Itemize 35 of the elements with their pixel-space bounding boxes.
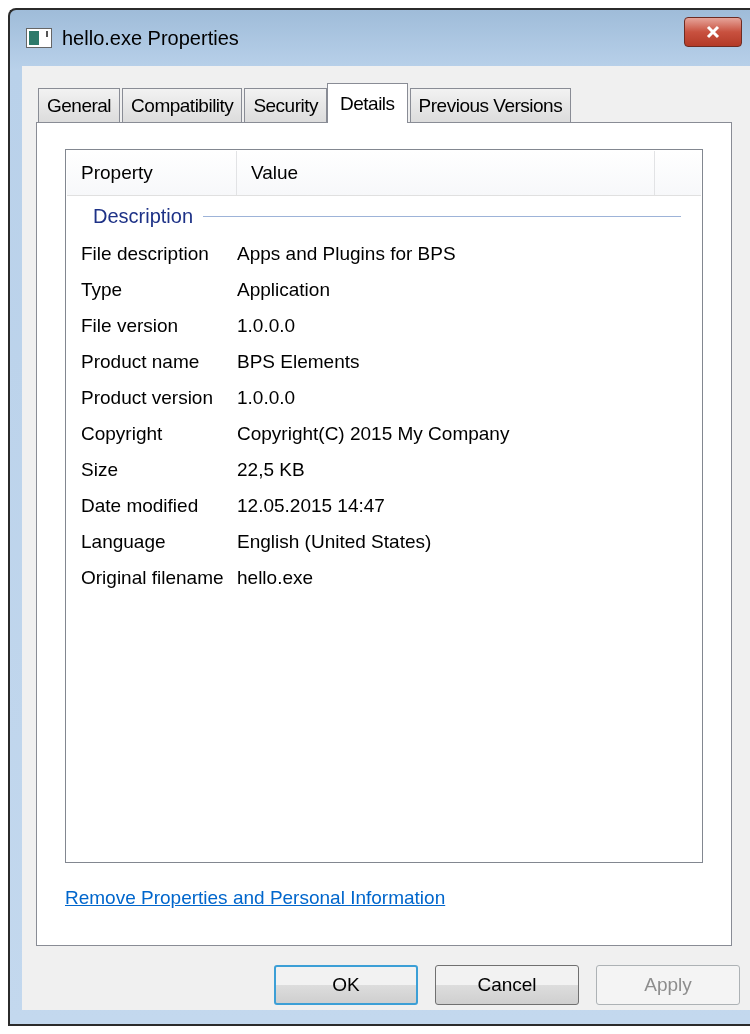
- tab[interactable]: Compatibility: [122, 88, 243, 122]
- tab[interactable]: Previous Versions: [409, 88, 572, 122]
- tab[interactable]: Security: [244, 88, 327, 122]
- property-name: Type: [80, 279, 124, 301]
- property-name: Original filename: [80, 567, 225, 589]
- property-value: 22,5 KB: [237, 459, 305, 481]
- property-name: Date modified: [80, 495, 200, 517]
- property-name: Product name: [80, 351, 201, 373]
- property-value: BPS Elements: [237, 351, 360, 373]
- property-value: Apps and Plugins for BPS: [237, 243, 456, 265]
- tab[interactable]: Details: [327, 83, 408, 123]
- dialog-button[interactable]: OK: [274, 965, 418, 1005]
- property-value: Application: [237, 279, 330, 301]
- property-value: 1.0.0.0: [237, 387, 296, 409]
- group-header: Description: [93, 204, 194, 228]
- property-value: 1.0.0.0: [237, 315, 296, 337]
- application-icon: [26, 28, 52, 48]
- property-name: Language: [80, 531, 167, 553]
- column-header[interactable]: Property: [67, 151, 237, 195]
- remove-properties-link[interactable]: Remove Properties and Personal Information: [65, 887, 446, 909]
- property-name: Copyright: [80, 423, 164, 445]
- tab[interactable]: General: [38, 88, 121, 122]
- property-value: Copyright(C) 2015 My Company: [237, 423, 510, 445]
- property-value: hello.exe: [237, 567, 314, 589]
- property-name: File version: [80, 315, 180, 337]
- close-icon: [705, 25, 721, 39]
- property-name: File description: [80, 243, 210, 265]
- property-value: 12.05.2015 14:47: [237, 495, 385, 517]
- property-name: Size: [80, 459, 119, 481]
- window-title: hello.exe Properties: [62, 26, 239, 50]
- column-header[interactable]: Value: [237, 151, 655, 195]
- property-name: Product version: [80, 387, 214, 409]
- close-button[interactable]: [684, 17, 742, 47]
- dialog-button[interactable]: Cancel: [435, 965, 579, 1005]
- property-value: English (United States): [237, 531, 432, 553]
